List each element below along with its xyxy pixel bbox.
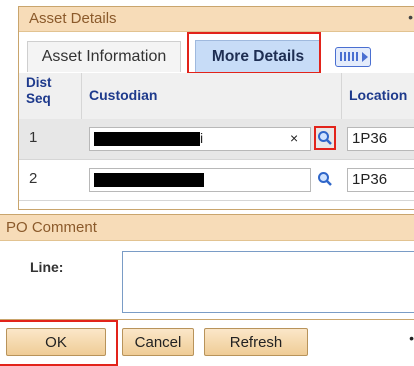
- asset-details-header: Asset Details •: [19, 7, 414, 32]
- po-comment-title: PO Comment: [6, 219, 97, 236]
- grid-header: Dist Seq Custodian Location: [19, 73, 414, 120]
- column-header-label: Dist Seq: [26, 75, 52, 106]
- po-comment-group: PO Comment Line:: [0, 214, 414, 320]
- modal-frame: Asset Details • Asset Information More D…: [0, 0, 414, 366]
- cancel-button[interactable]: Cancel: [122, 328, 194, 356]
- clear-icon[interactable]: ×: [290, 130, 298, 146]
- location-input[interactable]: 1P36: [347, 168, 414, 192]
- line-comment-textarea[interactable]: [122, 251, 414, 313]
- column-header-custodian[interactable]: Custodian: [89, 87, 157, 103]
- location-input[interactable]: 1P36: [347, 127, 414, 151]
- dist-seq-cell: 2: [29, 170, 38, 187]
- highlight-box-tab: [187, 32, 321, 74]
- custodian-input[interactable]: [89, 168, 311, 192]
- asset-details-title: Asset Details: [29, 10, 117, 27]
- tab-asset-information[interactable]: Asset Information: [27, 41, 181, 72]
- tab-strip: Asset Information More Details: [19, 32, 414, 74]
- po-comment-header: PO Comment: [0, 215, 414, 241]
- redaction-bar: [94, 173, 204, 187]
- refresh-button[interactable]: Refresh: [204, 328, 308, 356]
- custodian-visible-text: i: [200, 130, 204, 146]
- column-header-location[interactable]: Location: [349, 87, 407, 103]
- custodian-input[interactable]: i ×: [89, 127, 311, 151]
- scroll-indicator: •: [409, 330, 414, 346]
- asset-details-group: Asset Details • Asset Information More D…: [18, 6, 414, 210]
- line-label: Line:: [30, 259, 64, 275]
- column-header-dist-seq[interactable]: Dist Seq: [26, 75, 66, 107]
- highlight-box-ok: [0, 320, 118, 366]
- redaction-bar: [94, 132, 200, 146]
- lookup-icon[interactable]: [317, 171, 333, 187]
- table-row: 1 i × 1P36: [19, 119, 414, 160]
- show-all-columns-icon[interactable]: [335, 47, 371, 67]
- highlight-box-lookup: [314, 126, 336, 150]
- collapse-icon[interactable]: •: [408, 9, 413, 25]
- table-row: 2 1P36: [19, 160, 414, 201]
- dist-seq-cell: 1: [29, 129, 38, 146]
